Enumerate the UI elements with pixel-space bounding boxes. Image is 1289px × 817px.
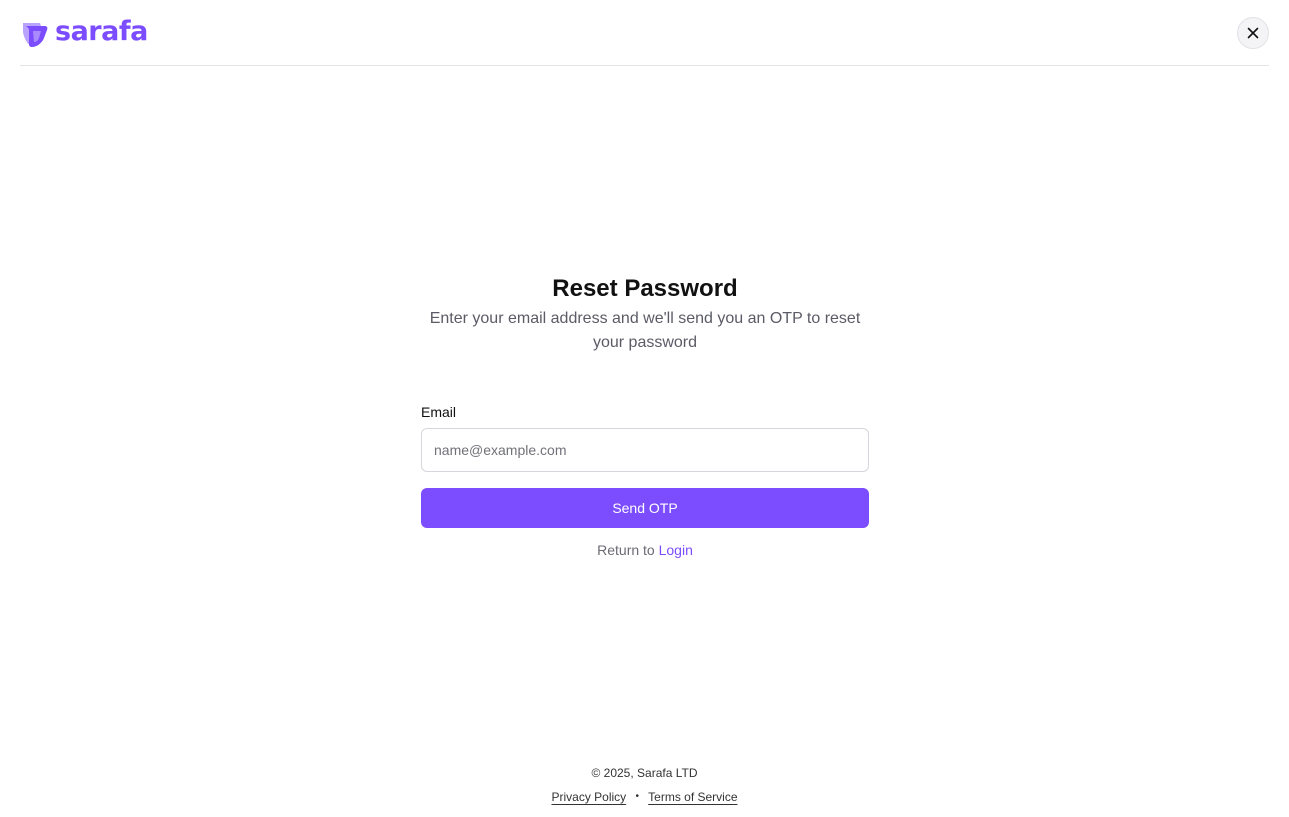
sarafa-logo-mark-icon	[23, 23, 48, 47]
page-title: Reset Password	[552, 275, 738, 302]
page-footer: © 2025, Sarafa LTD Privacy Policy • Term…	[0, 764, 1289, 808]
footer-separator: •	[635, 791, 640, 802]
copyright-text: © 2025, Sarafa LTD	[591, 766, 698, 780]
email-label: Email	[421, 404, 457, 420]
return-to-login: Return to Login	[421, 540, 869, 560]
reset-password-form: Reset Password Enter your email address …	[421, 272, 869, 560]
login-link[interactable]: Login	[659, 542, 693, 558]
send-otp-button[interactable]: Send OTP	[421, 488, 869, 528]
top-bar: sarafa	[20, 0, 1269, 66]
footer-links: Privacy Policy • Terms of Service	[0, 788, 1289, 808]
close-icon	[1247, 27, 1259, 39]
reset-password-page: sarafa Reset Password Enter your email a…	[0, 0, 1289, 817]
email-field[interactable]	[421, 428, 869, 472]
brand-logo-link[interactable]: sarafa	[20, 15, 148, 49]
privacy-policy-link[interactable]: Privacy Policy	[551, 790, 626, 804]
return-prefix: Return to	[597, 542, 655, 558]
terms-of-service-link[interactable]: Terms of Service	[648, 790, 737, 804]
close-button[interactable]	[1237, 17, 1269, 49]
brand-name: sarafa	[55, 15, 148, 47]
page-subtitle: Enter your email address and we'll send …	[429, 310, 861, 351]
